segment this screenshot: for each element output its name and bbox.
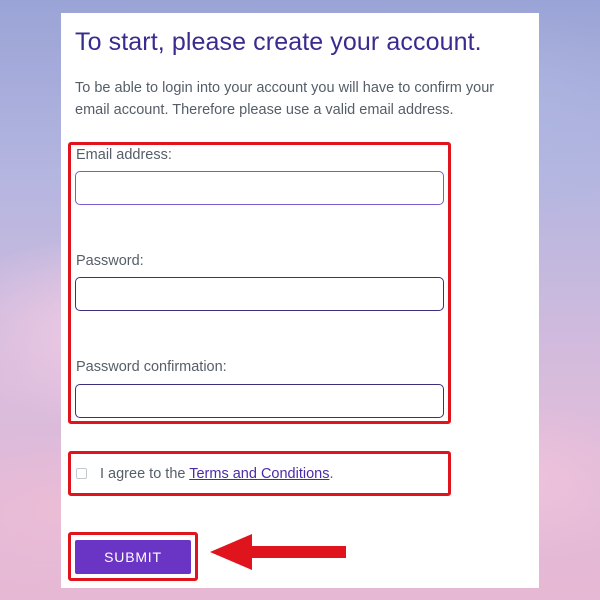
password-label: Password:: [76, 253, 144, 269]
terms-and-conditions-link[interactable]: Terms and Conditions: [189, 466, 329, 482]
intro-text: To be able to login into your account yo…: [75, 77, 535, 121]
arrow-left-icon: [210, 534, 346, 570]
intro-line-1: To be able to login into your account yo…: [75, 80, 495, 96]
terms-agreement-text: I agree to the Terms and Conditions.: [100, 466, 334, 482]
email-field[interactable]: [75, 171, 444, 205]
email-label: Email address:: [76, 147, 172, 163]
password-confirmation-field[interactable]: [75, 384, 444, 418]
password-confirmation-label: Password confirmation:: [76, 359, 227, 375]
submit-button[interactable]: SUBMIT: [75, 540, 191, 574]
password-field[interactable]: [75, 277, 444, 311]
agree-prefix: I agree to the: [100, 466, 190, 482]
terms-checkbox[interactable]: [76, 468, 87, 479]
page-title: To start, please create your account.: [75, 28, 482, 56]
intro-line-2: email account. Therefore please use a va…: [75, 102, 454, 118]
agree-suffix: .: [329, 466, 334, 482]
